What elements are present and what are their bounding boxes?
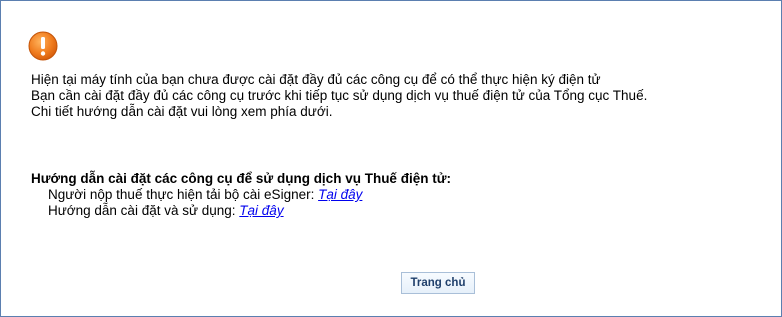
- alert-line: Bạn cần cài đặt đầy đủ các công cụ trước…: [31, 88, 648, 103]
- home-button[interactable]: Trang chủ: [401, 272, 475, 294]
- install-guide: Hướng dẫn cài đặt các công cụ để sử dụng…: [31, 171, 451, 219]
- alert-message: Hiện tại máy tính của bạn chưa được cài …: [31, 72, 647, 120]
- message-panel: Hiện tại máy tính của bạn chưa được cài …: [0, 0, 782, 317]
- alert-line: Chi tiết hướng dẫn cài đặt vui lòng xem …: [31, 104, 333, 119]
- esigner-download-link[interactable]: Tại đây: [318, 187, 362, 202]
- guide-item-esigner: Người nộp thuế thực hiện tải bộ cài eSig…: [31, 187, 451, 203]
- guide-title: Hướng dẫn cài đặt các công cụ để sử dụng…: [31, 171, 451, 186]
- guide-item-text: Người nộp thuế thực hiện tải bộ cài eSig…: [48, 187, 319, 202]
- guide-item-text: Hướng dẫn cài đặt và sử dụng:: [48, 203, 240, 218]
- alert-line: Hiện tại máy tính của bạn chưa được cài …: [31, 72, 601, 87]
- install-guide-link[interactable]: Tại đây: [239, 203, 283, 218]
- exclamation-circle-icon: [28, 31, 58, 61]
- guide-item-manual: Hướng dẫn cài đặt và sử dụng: Tại đây: [31, 203, 451, 219]
